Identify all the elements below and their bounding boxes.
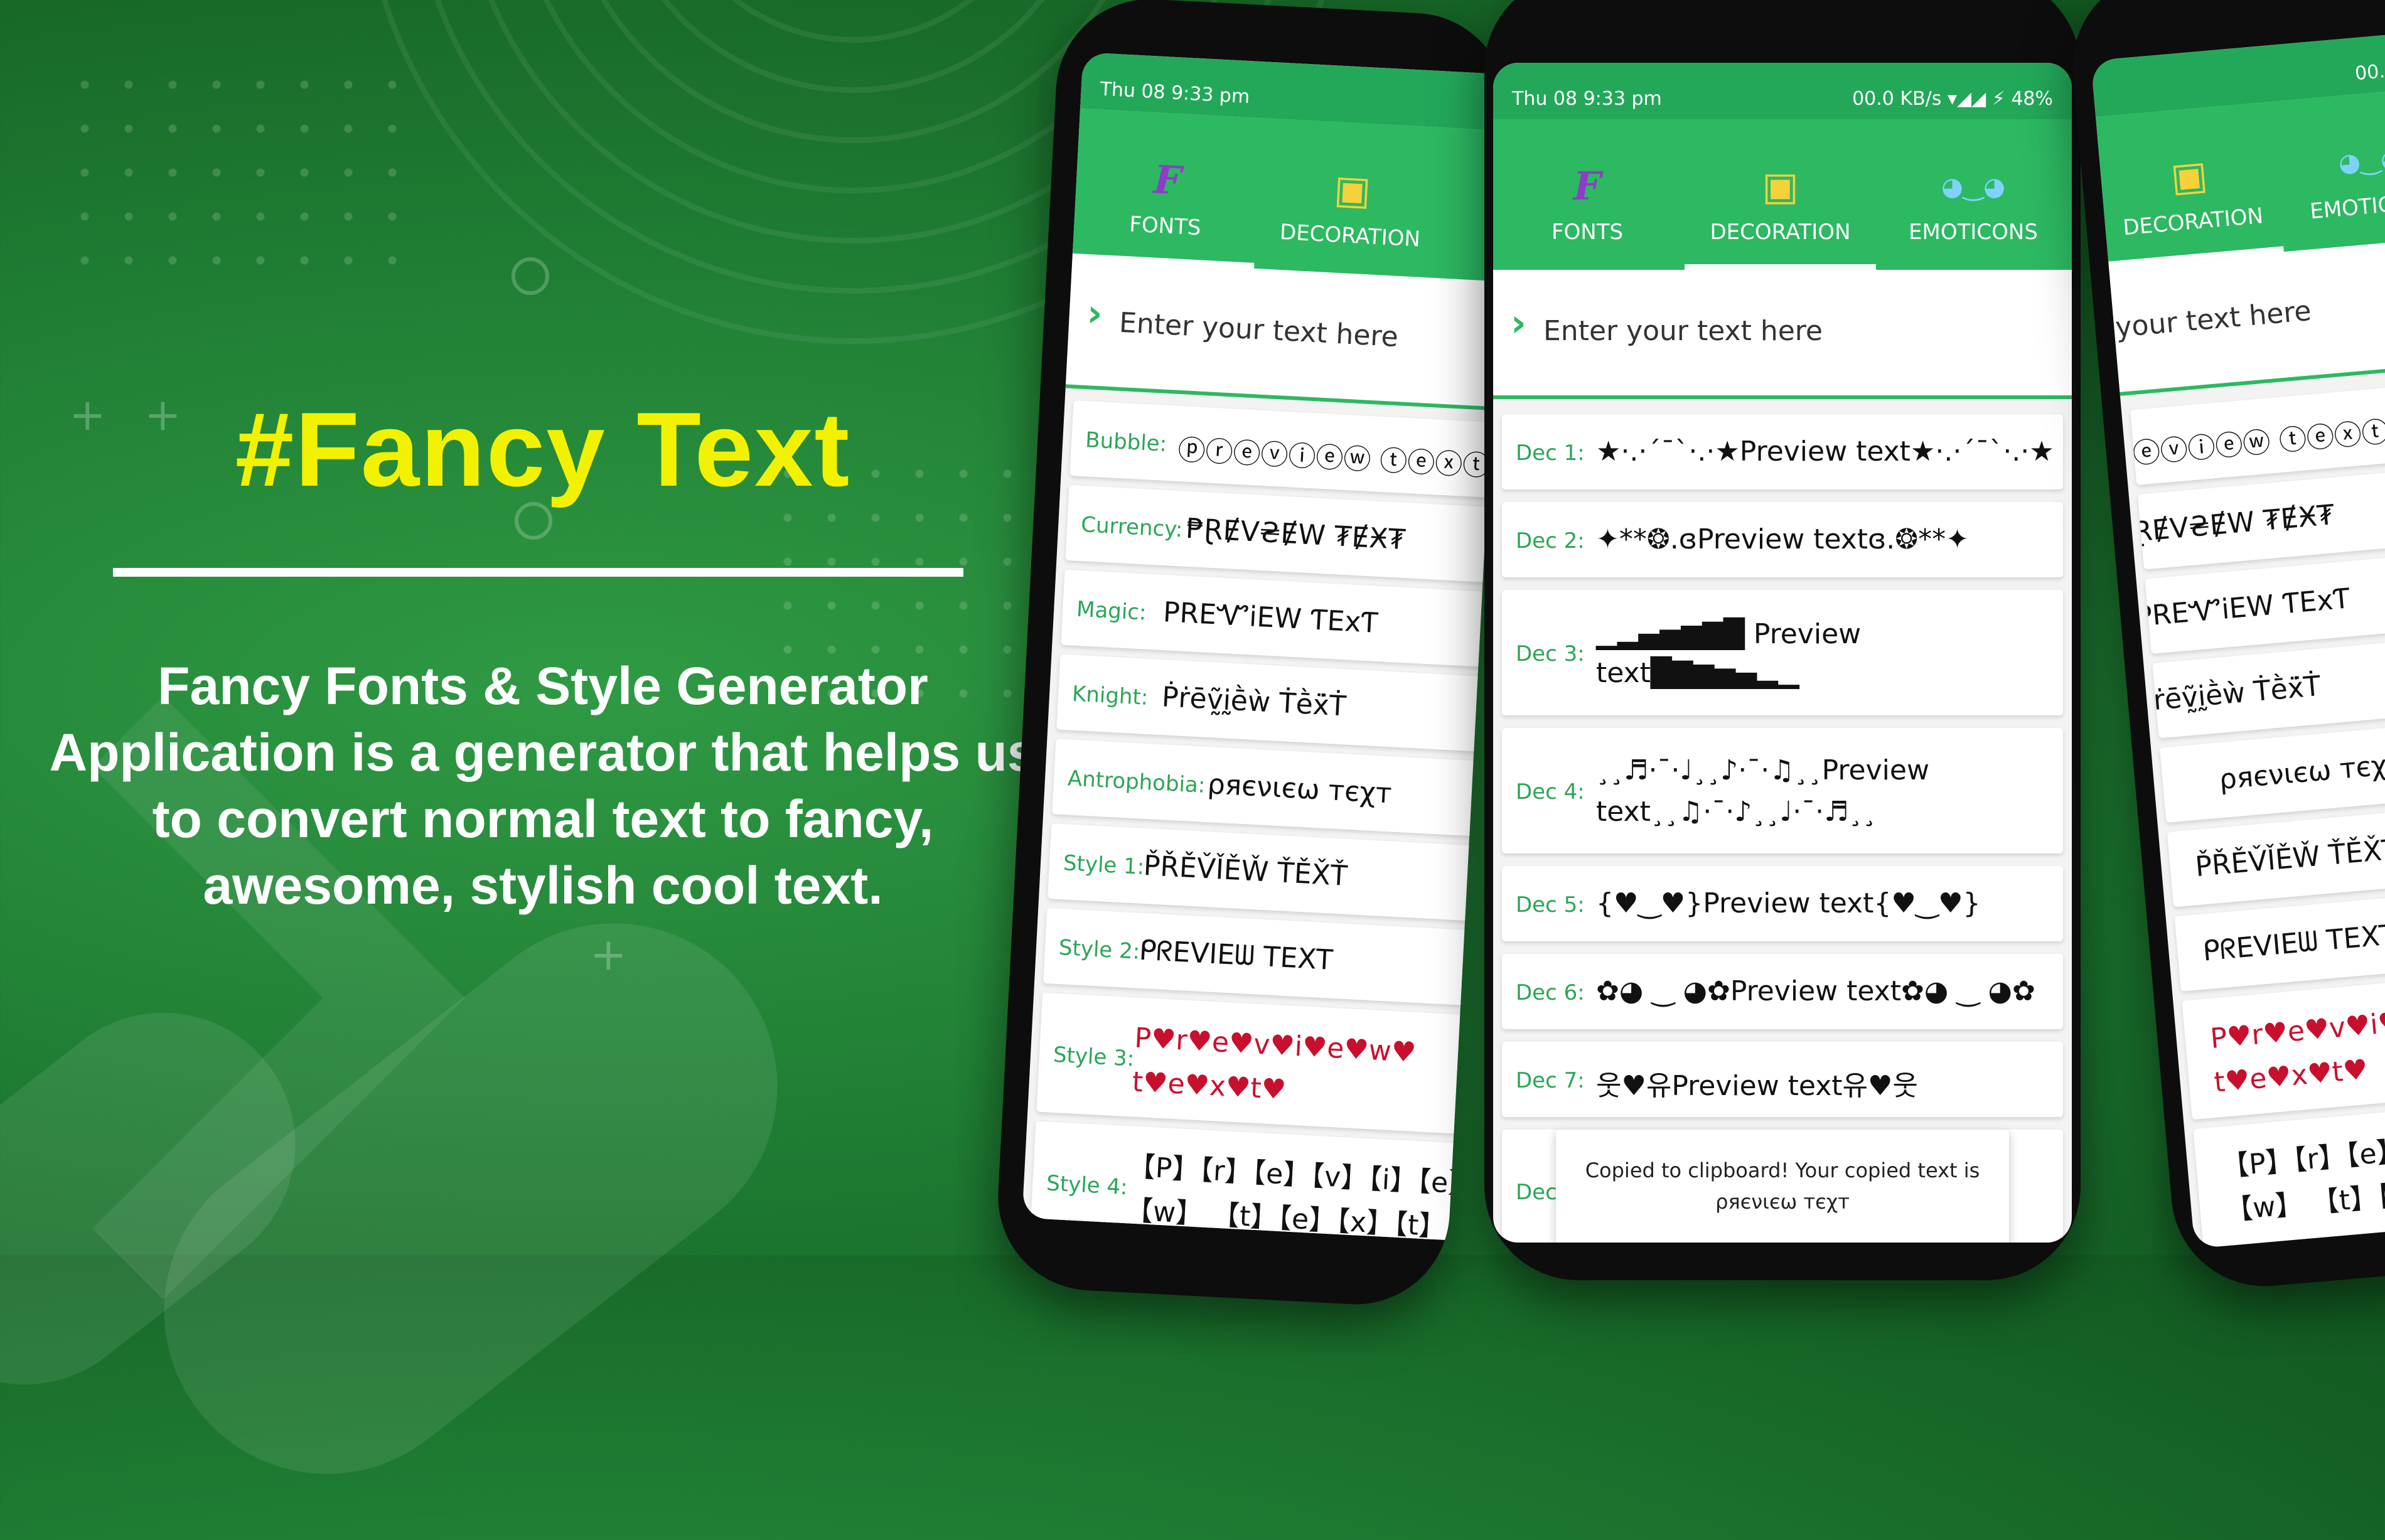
decoration-box-icon: ▣ (1332, 166, 1373, 214)
style-value: PREᏉiEW ƬExƬ (2145, 582, 2352, 633)
tab-fonts-label: FONTS (1128, 211, 1202, 241)
decoration-box-icon: ▣ (1762, 163, 1799, 209)
style-value: ₱ⱤɆV₴ɆW ₮ɆӾ₮ (2137, 498, 2336, 550)
style-value: ρяєνιєω тєχт (1206, 768, 1393, 810)
style-value: ⓟⓡⓔⓥⓘⓔⓦ ⓣⓔⓧⓣ (1177, 434, 1491, 483)
style-label: Bubble: (1085, 427, 1168, 457)
style-value: ρяєνιєω тєχт (2217, 747, 2385, 796)
style-value: P̌ŘĚV̌ǏĚW̌ ŤĚX̌Ť (2194, 833, 2385, 884)
style-label: Style 3: (1052, 1042, 1135, 1072)
style-label: Magic: (1076, 596, 1147, 626)
tab-emoticons-label: EMOTICONS (1909, 220, 2038, 245)
style-value: P♥r♥e♥v♥i♥e♥w♥ t♥e♥x♥t♥ (1131, 1022, 1417, 1106)
decoration-row[interactable]: Dec 3: ▁▂▄▅▆▇█ Preview text█▇▆▅▄▂▁ (1502, 590, 2063, 715)
decoration-label: Dec 6: (1516, 980, 1585, 1005)
style-label: Antrophobia: (1067, 766, 1206, 798)
style-label: Knight: (1071, 681, 1149, 710)
style-value: ⓟⓡⓔⓥⓘⓔⓦ ⓣⓔⓧⓣ (2130, 415, 2385, 476)
fonts-screen: Thu 08 9:33 pm F FONTS ▣ DECORATION › En… (1022, 52, 1513, 1248)
tab-decoration-label: DECORATION (1710, 220, 1851, 245)
emoticons-face-icon: ◕‿◕ (1941, 173, 2005, 201)
status-bar: Thu 08 9:33 pm 00.0 KB/s ▾◢◢ ⚡ 48% (1493, 63, 2072, 119)
decoration-label: Dec 3: (1516, 641, 1585, 666)
style-label: Style 2: (1058, 935, 1141, 965)
decoration-value: ✦**❂.ɞPreview textɞ.❂**✦ (1596, 523, 1969, 555)
tab-decoration[interactable]: ▣ DECORATION (1685, 119, 1876, 270)
decoration-value: ★·.·´¯`·.·★Preview text★·.·´¯`·.·★ (1596, 436, 2054, 468)
status-time: Thu 08 9:33 pm (1099, 78, 1251, 109)
phone-decoration: Thu 08 9:33 pm 00.0 KB/s ▾◢◢ ⚡ 48% F FON… (1484, 0, 2081, 1280)
fonts-f-icon: F (1152, 156, 1183, 204)
copied-toast: Copied to clipboard! Your copied text is… (1556, 1130, 2009, 1243)
style-value: PREᏉiEW ƬExƬ (1162, 596, 1379, 639)
decoration-label: Dec 5: (1516, 892, 1585, 917)
tab-fonts-label: FONTS (1551, 220, 1624, 245)
tab-fonts[interactable]: F FONTS (1493, 119, 1681, 270)
chevron-right-icon: › (1511, 301, 1526, 345)
decoration-value: ✿◕ ‿ ◕✿Preview text✿◕ ‿ ◕✿ (1596, 975, 2035, 1007)
style-value: Ṗṙēṽ̰ḭḕẁ Ṫḕẍ̇Ṫ (1160, 681, 1347, 723)
style-label: Currency: (1080, 512, 1184, 543)
style-value: P♥r♥e♥v♥i♥e♥w♥ t♥e♥x♥t♥ (2209, 998, 2385, 1099)
status-time: Thu 08 9:33 pm (1512, 88, 1662, 110)
net-speed: 00.0 KB/s (2354, 55, 2385, 85)
wifi-signal-icon: ▾◢◢ ⚡ (1947, 88, 2005, 110)
text-input[interactable]: › Enter your text here (1065, 259, 1513, 418)
fonts-f-icon: F (1573, 163, 1602, 209)
decoration-row[interactable]: Dec 4: ¸¸♬·¯·♩¸¸♪·¯·♫¸¸Preview text¸¸♫·¯… (1502, 728, 2063, 853)
decoration-screen: Thu 08 9:33 pm 00.0 KB/s ▾◢◢ ⚡ 48% F FON… (1493, 63, 2072, 1243)
battery-level: 48% (2011, 88, 2053, 110)
style-row[interactable]: Style 4: 【P】【r】【e】【v】【i】【e】【w】 【t】【e】【x】… (1029, 1121, 1513, 1248)
text-input-placeholder: Enter your text here (1118, 306, 1399, 353)
text-input[interactable]: › Enter your text here (1493, 270, 2072, 399)
style-value: 【P】【r】【e】【v】【i】【e】【w】 【t】【e】【x】【t】 (2220, 1121, 2385, 1227)
net-speed: 00.0 KB/s (1852, 88, 1942, 110)
tab-emoticons-label: EMOTICONS (2308, 188, 2385, 225)
tab-decoration[interactable]: ▣ DECORATION (2096, 102, 2284, 267)
tab-fonts[interactable]: F FONTS (1072, 109, 1262, 269)
decoration-row[interactable]: Dec 2: ✦**❂.ɞPreview textɞ.❂**✦ (1502, 502, 2063, 577)
style-value: ᑭᖇEᐯIEᗯ TEXT (2201, 918, 2385, 968)
decoration-row[interactable]: Dec 5: {♥‿♥}Preview text{♥‿♥} (1502, 866, 2063, 941)
decoration-label: Dec 1: (1516, 441, 1585, 466)
toast-message: Copied to clipboard! Your copied text is (1585, 1158, 1980, 1182)
decoration-value: ¸¸♬·¯·♩¸¸♪·¯·♫¸¸Preview text¸¸♫·¯·♪¸¸♩·¯… (1596, 754, 1929, 828)
tab-decoration-label: DECORATION (1279, 219, 1421, 252)
decoration-row[interactable]: Dec 7: 웃♥유Preview text유♥웃 (1502, 1042, 2063, 1117)
style-value: ₱ⱤɆV₴ɆW ₮ɆӾ₮ (1185, 512, 1407, 557)
style-value: ᑭᖇEᐯIEᗯ TEXT (1138, 934, 1334, 976)
decoration-label: Dec 2: (1516, 528, 1585, 553)
tab-emoticons[interactable]: ◕‿◕ EMOTICONS (2277, 86, 2385, 251)
partial-screen: 00.0 KB/s ▣ DECORATION ◕‿◕ EMOTICONS Ent… (2091, 22, 2385, 1249)
toast-copied-text: ρяєνιєω тєχт (1715, 1190, 1850, 1214)
phone-fonts: Thu 08 9:33 pm F FONTS ▣ DECORATION › En… (993, 0, 1513, 1310)
text-input-placeholder: Enter your text here (2109, 294, 2313, 351)
style-row[interactable]: Style 3: P♥r♥e♥v♥i♥e♥w♥ t♥e♥x♥t♥ (1036, 992, 1513, 1141)
decoration-box-icon: ▣ (2168, 151, 2210, 201)
text-input-placeholder: Enter your text here (1543, 315, 1823, 347)
title-divider (113, 568, 963, 577)
decoration-value: 웃♥유Preview text유♥웃 (1596, 1070, 1918, 1102)
decoration-value: {♥‿♥}Preview text{♥‿♥} (1596, 887, 1981, 919)
tab-emoticons[interactable]: ◕‿◕ EMOTICONS (1879, 119, 2067, 270)
decoration-label: Dec 4: (1516, 779, 1585, 805)
decoration-value: ▁▂▄▅▆▇█ Preview text█▇▆▅▄▂▁ (1596, 618, 1862, 689)
tab-decoration-label: DECORATION (2121, 203, 2264, 241)
style-value: P̌ŘĚV̌ǏĚW̌ ŤĚX̌Ť (1142, 849, 1348, 892)
tab-bar: F FONTS ▣ DECORATION ◕‿◕ EMOTICONS (1493, 119, 2072, 270)
style-label: Style 4: (1046, 1170, 1128, 1200)
decoration-label: Dec 7: (1516, 1068, 1585, 1093)
promo-title: #Fancy Text (235, 390, 851, 508)
decoration-row[interactable]: Dec 1: ★·.·´¯`·.·★Preview text★·.·´¯`·.·… (1502, 414, 2063, 489)
emoticons-face-icon: ◕‿◕ (2337, 144, 2385, 179)
chevron-right-icon: › (1086, 291, 1104, 336)
style-value: Ṗṙēṽ̰ḭḕẁ Ṫḕẍ̇Ṫ (2152, 670, 2322, 719)
tab-decoration[interactable]: ▣ DECORATION (1254, 118, 1450, 278)
promo-description: Fancy Fonts & Style Generator Applicatio… (49, 656, 1037, 915)
style-label: Style 1: (1063, 850, 1145, 880)
tab-bar: F FONTS ▣ DECORATION (1072, 109, 1513, 289)
style-value: 【P】【r】【e】【v】【i】【e】【w】 【t】【e】【x】【t】 (1124, 1150, 1477, 1243)
phone-partial: 00.0 KB/s ▣ DECORATION ◕‿◕ EMOTICONS Ent… (2065, 0, 2385, 1295)
decoration-row[interactable]: Dec 6: ✿◕ ‿ ◕✿Preview text✿◕ ‿ ◕✿ (1502, 954, 2063, 1029)
